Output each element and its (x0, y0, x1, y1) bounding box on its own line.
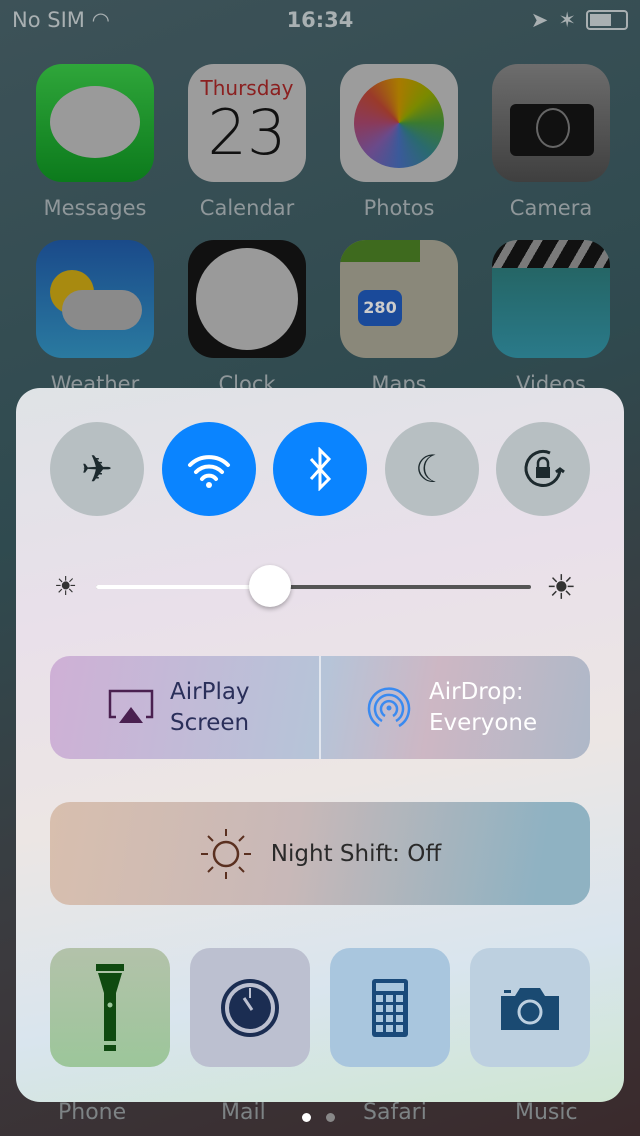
camera-button[interactable] (470, 948, 590, 1067)
airplay-sublabel: Screen (170, 709, 250, 736)
camera-icon (501, 987, 559, 1030)
page-dots[interactable] (302, 1113, 335, 1122)
night-shift-icon (200, 828, 251, 879)
app-calendar[interactable]: Thursday 23 Calendar (187, 64, 307, 220)
control-center: ✈ ☾ ☀ ☀ AirPlay Screen AirDrop: Everyone N… (16, 388, 624, 1102)
app-label: Photos (363, 196, 435, 220)
brightness-low-icon: ☀ (54, 572, 78, 602)
wifi-toggle[interactable] (162, 422, 256, 516)
calendar-icon: Thursday 23 (188, 64, 306, 182)
app-label: Calendar (199, 196, 295, 220)
wifi-icon (188, 455, 230, 488)
battery-icon (586, 10, 628, 30)
night-shift-label: Night Shift: Off (270, 840, 442, 867)
dock-music[interactable]: Music (515, 1100, 578, 1125)
camera-icon (492, 64, 610, 182)
videos-icon (492, 240, 610, 358)
do-not-disturb-toggle[interactable]: ☾ (385, 422, 479, 516)
airdrop-label: AirDrop: (429, 678, 524, 705)
clock-icon (188, 240, 306, 358)
maps-icon: 280 (340, 240, 458, 358)
app-maps[interactable]: 280 Maps (339, 240, 459, 396)
app-videos[interactable]: Videos (491, 240, 611, 396)
bluetooth-toggle[interactable] (273, 422, 367, 516)
photos-icon (340, 64, 458, 182)
app-weather[interactable]: Weather (35, 240, 155, 396)
rotation-lock-icon (524, 450, 565, 487)
brightness-high-icon: ☀ (546, 568, 577, 608)
calculator-icon (372, 978, 408, 1037)
bluetooth-icon: ✶ (558, 8, 576, 32)
bluetooth-icon (309, 447, 332, 491)
airplane-icon: ✈ (81, 447, 113, 491)
dock-phone[interactable]: Phone (58, 1100, 126, 1125)
brightness-slider[interactable] (96, 565, 531, 607)
night-shift-button[interactable]: Night Shift: Off (50, 802, 590, 905)
location-icon: ➤ (530, 8, 549, 32)
timer-button[interactable] (190, 948, 310, 1067)
calendar-date: 23 (207, 96, 287, 169)
airdrop-icon (367, 687, 411, 727)
airplay-airdrop-group: AirPlay Screen AirDrop: Everyone (50, 656, 590, 759)
calculator-button[interactable] (330, 948, 450, 1067)
airdrop-sublabel: Everyone (429, 709, 538, 736)
dock-safari[interactable]: Safari (363, 1100, 427, 1125)
app-photos[interactable]: Photos (339, 64, 459, 220)
app-clock[interactable]: Clock (187, 240, 307, 396)
highway-shield: 280 (358, 290, 402, 326)
status-bar: No SIM ◠ 16:34 ➤ ✶ (0, 0, 640, 40)
page-dot-active (302, 1113, 311, 1122)
app-messages[interactable]: Messages (35, 64, 155, 220)
moon-icon: ☾ (414, 447, 450, 491)
app-label: Messages (43, 196, 147, 220)
brightness-thumb[interactable] (249, 565, 291, 607)
dock-mail[interactable]: Mail (221, 1100, 266, 1125)
airplay-button[interactable]: AirPlay Screen (50, 656, 319, 759)
airplay-label: AirPlay (170, 678, 250, 705)
airplay-icon (108, 689, 154, 723)
messages-icon (36, 64, 154, 182)
flashlight-button[interactable] (50, 948, 170, 1067)
timer-icon (221, 978, 279, 1037)
app-camera[interactable]: Camera (491, 64, 611, 220)
page-dot (326, 1113, 335, 1122)
app-label: Camera (509, 196, 593, 220)
airdrop-button[interactable]: AirDrop: Everyone (321, 656, 590, 759)
airplane-mode-toggle[interactable]: ✈ (50, 422, 144, 516)
flashlight-icon (96, 963, 124, 1051)
rotation-lock-toggle[interactable] (496, 422, 590, 516)
weather-icon (36, 240, 154, 358)
